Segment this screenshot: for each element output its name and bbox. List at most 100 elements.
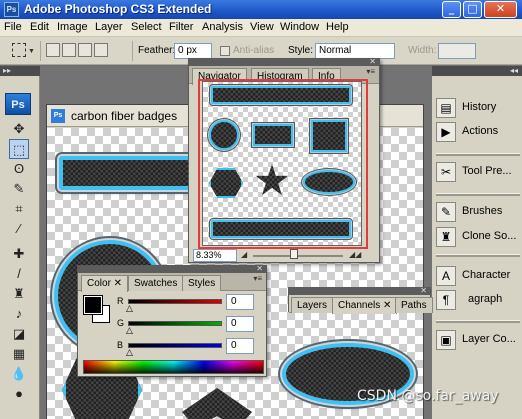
new-selection-button[interactable] xyxy=(46,43,60,57)
blue-slider-thumb[interactable]: △ xyxy=(126,347,133,358)
green-slider-thumb[interactable]: △ xyxy=(126,325,133,336)
eraser-tool-icon[interactable]: ◪ xyxy=(9,324,29,344)
zoom-level-input[interactable]: 8.33% xyxy=(193,249,237,262)
menu-layer[interactable]: Layer xyxy=(95,21,123,33)
window-title: Adobe Photoshop CS3 Extended xyxy=(24,2,212,16)
panel-close-icon[interactable]: ✕ xyxy=(256,264,263,273)
menu-bar: File Edit Image Layer Select Filter Anal… xyxy=(0,19,522,37)
menu-select[interactable]: Select xyxy=(131,21,162,33)
move-tool-icon[interactable]: ✥ xyxy=(9,119,29,139)
chevron-down-icon[interactable]: ▼ xyxy=(28,48,35,55)
crop-tool-icon[interactable]: ⌗ xyxy=(9,199,29,219)
menu-help[interactable]: Help xyxy=(326,21,349,33)
add-to-selection-button[interactable] xyxy=(62,43,76,57)
menu-view[interactable]: View xyxy=(250,21,274,33)
dodge-tool-icon[interactable]: ● xyxy=(9,384,29,404)
foreground-color-swatch[interactable] xyxy=(83,295,103,315)
feather-label: Feather: xyxy=(138,45,176,56)
quick-selection-tool-icon[interactable]: ✎ xyxy=(9,179,29,199)
anti-alias-checkbox[interactable] xyxy=(220,46,230,56)
zoom-slider[interactable] xyxy=(253,255,343,257)
width-input[interactable] xyxy=(438,43,476,59)
brush-tool-icon[interactable]: / xyxy=(9,264,29,284)
history-icon: ▤ xyxy=(436,98,456,118)
divider xyxy=(436,254,520,257)
brushes-icon: ✎ xyxy=(436,202,456,222)
paragraph-icon: ¶ xyxy=(436,290,456,310)
clone-stamp-tool-icon[interactable]: ♜ xyxy=(9,284,29,304)
close-button[interactable]: ✕ xyxy=(484,1,517,18)
menu-analysis[interactable]: Analysis xyxy=(202,21,243,33)
eyedropper-tool-icon[interactable]: ⁄ xyxy=(9,219,29,239)
dock-label: Character xyxy=(462,269,511,281)
red-slider-thumb[interactable]: △ xyxy=(126,303,133,314)
dock-label: agraph xyxy=(468,293,503,305)
intersect-selection-button[interactable] xyxy=(94,43,108,57)
blur-tool-icon[interactable]: 💧 xyxy=(9,364,29,384)
minimize-button[interactable]: _ xyxy=(442,1,461,18)
panel-grip[interactable]: ▸▸ xyxy=(0,66,40,76)
navigator-view-box[interactable] xyxy=(198,79,368,249)
tool-preset-picker[interactable] xyxy=(12,43,26,57)
red-slider[interactable] xyxy=(128,299,222,304)
dock-paragraph[interactable]: ¶ agraph xyxy=(436,289,522,311)
lasso-tool-icon[interactable]: ʘ xyxy=(9,159,29,179)
close-icon: ✕ xyxy=(495,2,506,15)
menu-file[interactable]: File xyxy=(4,21,22,33)
tab-paths[interactable]: Paths xyxy=(395,297,433,313)
color-ramp[interactable] xyxy=(83,360,264,374)
dock-brushes[interactable]: ✎ Brushes xyxy=(436,201,522,223)
menu-image[interactable]: Image xyxy=(57,21,88,33)
color-panel: ✕ Color ✕ Swatches Styles ▾≡ R △ 0 G △ 0… xyxy=(77,264,267,377)
menu-window[interactable]: Window xyxy=(280,21,319,33)
panel-close-icon[interactable]: ✕ xyxy=(420,286,427,295)
navigator-panel: ✕ Navigator Histogram Info ▾≡ 8.33% ◢ ◢◢ xyxy=(188,57,380,263)
green-value-input[interactable]: 0 xyxy=(226,316,254,332)
green-slider[interactable] xyxy=(128,321,222,326)
zoom-out-icon[interactable]: ◢ xyxy=(241,250,247,259)
history-brush-tool-icon[interactable]: ♪ xyxy=(9,304,29,324)
maximize-button[interactable]: □ xyxy=(463,1,482,18)
zoom-in-icon[interactable]: ◢◢ xyxy=(349,250,361,259)
panel-grip[interactable]: ◂◂ xyxy=(432,66,522,76)
feather-input[interactable]: 0 px xyxy=(174,43,212,59)
tab-layers[interactable]: Layers xyxy=(291,297,334,313)
panel-header[interactable]: ✕ xyxy=(189,57,379,66)
blue-value-input[interactable]: 0 xyxy=(226,338,254,354)
marquee-tool-icon[interactable]: ⬚ xyxy=(9,139,29,159)
tab-swatches[interactable]: Swatches xyxy=(128,275,184,291)
red-value-input[interactable]: 0 xyxy=(226,294,254,310)
dock-tool-presets[interactable]: ✂ Tool Pre... xyxy=(436,161,522,183)
tab-color[interactable]: Color ✕ xyxy=(81,275,129,292)
healing-brush-tool-icon[interactable]: ✚ xyxy=(9,244,29,264)
gradient-tool-icon[interactable]: ▦ xyxy=(9,344,29,364)
carbon-badge-bar xyxy=(59,156,194,190)
tab-styles[interactable]: Styles xyxy=(182,275,222,291)
panel-header[interactable]: ✕ xyxy=(78,264,266,273)
panel-header[interactable]: ✕ xyxy=(289,286,430,295)
maximize-icon: □ xyxy=(467,2,478,15)
blue-slider[interactable] xyxy=(128,343,222,348)
character-icon: A xyxy=(436,266,456,286)
document-title: carbon fiber badges xyxy=(71,109,178,123)
menu-edit[interactable]: Edit xyxy=(30,21,49,33)
photoshop-logo: Ps xyxy=(5,93,31,115)
dock-character[interactable]: A Character xyxy=(436,265,522,287)
divider xyxy=(436,193,520,196)
panel-menu-icon[interactable]: ▾≡ xyxy=(366,67,375,76)
actions-icon: ▶ xyxy=(436,122,456,142)
dock-clone-source[interactable]: ♜ Clone So... xyxy=(436,226,522,248)
tab-channels[interactable]: Channels ✕ xyxy=(332,297,398,314)
menu-filter[interactable]: Filter xyxy=(169,21,193,33)
dock-actions[interactable]: ▶ Actions xyxy=(436,121,522,143)
subtract-selection-button[interactable] xyxy=(78,43,92,57)
panel-menu-icon[interactable]: ▾≡ xyxy=(253,274,262,283)
zoom-slider-thumb[interactable] xyxy=(289,249,298,259)
dock-history[interactable]: ▤ History xyxy=(436,97,522,119)
style-select[interactable]: Normal xyxy=(315,43,395,59)
green-channel-label: G xyxy=(117,318,125,328)
panel-close-icon[interactable]: ✕ xyxy=(369,57,376,66)
dock-layer-comps[interactable]: ▣ Layer Co... xyxy=(436,329,522,351)
tab-label: Color xyxy=(87,278,111,289)
divider xyxy=(436,320,520,323)
